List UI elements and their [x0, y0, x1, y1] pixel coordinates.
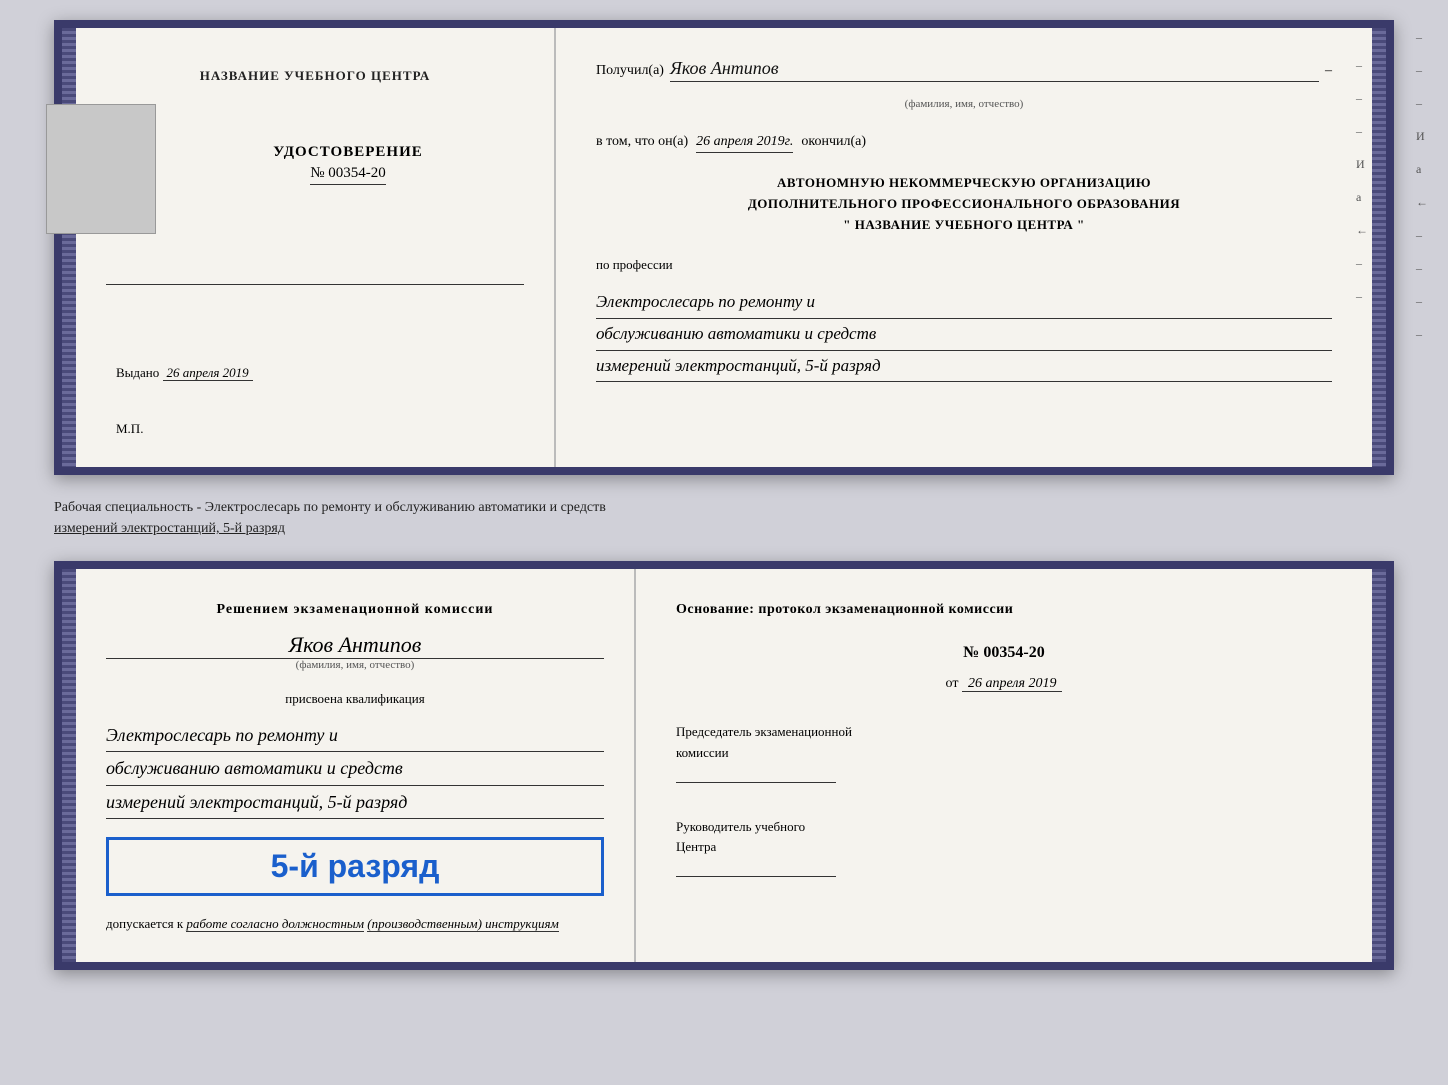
person-name: Яков Антипов — [106, 632, 604, 659]
qual-line3: измерений электростанций, 5-й разряд — [106, 786, 604, 819]
dash-after-name: – — [1325, 63, 1332, 79]
separator-line1: Рабочая специальность - Электрослесарь п… — [54, 497, 1394, 518]
vydano-label: Выдано — [116, 365, 159, 380]
predsedatel-block: Председатель экзаменационной комиссии — [676, 722, 1332, 783]
side-marks: – – – И а ← – – — [1356, 58, 1368, 304]
predsedatel-signature-line — [676, 782, 836, 783]
okончil-label: окончил(а) — [801, 134, 866, 150]
protocol-number: № 00354-20 — [676, 644, 1332, 662]
po-professii-label: по профессии — [596, 257, 1332, 273]
udostoverenie-title: УДОСТОВЕРЕНИЕ — [273, 144, 423, 161]
vtom-label: в том, что он(а) — [596, 134, 688, 150]
qual-line2: обслуживанию автоматики и средств — [106, 752, 604, 785]
dopuskaetsya-line: допускается к работе согласно должностны… — [106, 916, 604, 932]
resheniem-title: Решением экзаменационной комиссии — [106, 599, 604, 620]
separator-label: Рабочая специальность - Электрослесарь п… — [54, 493, 1394, 543]
recipient-name: Яков Антипов — [670, 58, 1319, 79]
poluchil-label: Получил(а) — [596, 63, 664, 79]
separator-line2: измерений электростанций, 5-й разряд — [54, 518, 1394, 539]
rukovoditel-line2: Центра — [676, 837, 1332, 858]
top-doc-left: НАЗВАНИЕ УЧЕБНОГО ЦЕНТРА УДОСТОВЕРЕНИЕ №… — [76, 28, 556, 467]
bottom-spine-right — [1372, 569, 1386, 962]
razryad-label: 5-й разряд — [121, 848, 589, 885]
qual-line1: Электрослесарь по ремонту и — [106, 719, 604, 752]
org-block: АВТОНОМНУЮ НЕКОММЕРЧЕСКУЮ ОРГАНИЗАЦИЮ ДО… — [596, 173, 1332, 235]
bottom-doc-left: Решением экзаменационной комиссии Яков А… — [76, 569, 636, 962]
photo-placeholder — [46, 104, 156, 234]
profession-line3: измерений электростанций, 5-й разряд — [596, 351, 1332, 383]
org-line2: ДОПОЛНИТЕЛЬНОГО ПРОФЕССИОНАЛЬНОГО ОБРАЗО… — [596, 194, 1332, 215]
vydano-line: Выдано 26 апреля 2019 — [106, 365, 524, 381]
bottom-spine-left — [62, 569, 76, 962]
predsedatel-line1: Председатель экзаменационной — [676, 722, 1332, 743]
dopusk-text: работе согласно должностным — [186, 916, 364, 932]
ot-line: от 26 апреля 2019 — [676, 676, 1332, 692]
bottom-doc-right: Основание: протокол экзаменационной коми… — [636, 569, 1372, 962]
dopuskaetsya-label: допускается к — [106, 916, 183, 931]
prisvoena-line: присвоена квалификация — [106, 691, 604, 707]
top-document: НАЗВАНИЕ УЧЕБНОГО ЦЕНТРА УДОСТОВЕРЕНИЕ №… — [54, 20, 1394, 475]
profession-line2: обслуживанию автоматики и средств — [596, 319, 1332, 351]
top-doc-right: Получил(а) Яков Антипов – (фамилия, имя,… — [556, 28, 1372, 467]
mp-line: М.П. — [106, 421, 524, 437]
ot-label: от — [946, 676, 959, 691]
spine-left — [62, 28, 76, 467]
ot-date: 26 апреля 2019 — [962, 676, 1062, 692]
top-left-center-label: НАЗВАНИЕ УЧЕБНОГО ЦЕНТРА — [200, 68, 431, 84]
rukovoditel-signature-line — [676, 876, 836, 877]
bottom-document: Решением экзаменационной комиссии Яков А… — [54, 561, 1394, 970]
qualification-block: Электрослесарь по ремонту и обслуживанию… — [106, 719, 604, 819]
org-line3: " НАЗВАНИЕ УЧЕБНОГО ЦЕНТРА " — [596, 215, 1332, 236]
profession-block: Электрослесарь по ремонту и обслуживанию… — [596, 287, 1332, 382]
bottom-fio-sub: (фамилия, имя, отчество) — [106, 659, 604, 671]
udostoverenie-number: № 00354-20 — [310, 165, 386, 185]
instruktsiya: (производственным) инструкциям — [367, 916, 559, 932]
osnovanie-title: Основание: протокол экзаменационной коми… — [676, 599, 1332, 620]
org-line1: АВТОНОМНУЮ НЕКОММЕРЧЕСКУЮ ОРГАНИЗАЦИЮ — [596, 173, 1332, 194]
rukovoditel-line1: Руководитель учебного — [676, 817, 1332, 838]
spine-right — [1372, 28, 1386, 467]
razryad-box: 5-й разряд — [106, 837, 604, 896]
vtom-date: 26 апреля 2019г. — [696, 134, 793, 153]
vydano-date: 26 апреля 2019 — [163, 365, 253, 381]
predsedatel-line2: комиссии — [676, 743, 1332, 764]
profession-line1: Электрослесарь по ремонту и — [596, 287, 1332, 319]
fio-sub-top: (фамилия, имя, отчество) — [596, 98, 1332, 110]
bottom-side-marks: – – – И а ← – – – – — [1416, 30, 1428, 342]
rukovoditel-block: Руководитель учебного Центра — [676, 817, 1332, 878]
